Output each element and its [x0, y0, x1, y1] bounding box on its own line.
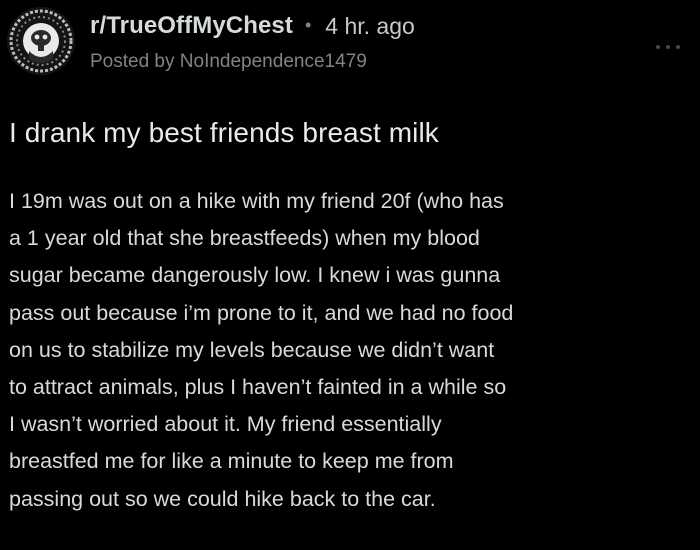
post-header: r/TrueOffMyChest • 4 hr. ago Posted by N… — [0, 0, 700, 100]
post-body-line: sugar became dangerously low. I knew i w… — [9, 263, 501, 288]
post-body-line: I wasn’t worried about it. My friend ess… — [9, 412, 442, 437]
subreddit-avatar-icon[interactable] — [7, 7, 75, 75]
post-body-line: on us to stabilize my levels because we … — [9, 337, 495, 362]
more-dot — [656, 45, 660, 49]
more-options-icon[interactable] — [656, 42, 680, 52]
posted-by: Posted by NoIndependence1479 — [90, 51, 415, 73]
post-body-line: I 19m was out on a hike with my friend 2… — [9, 189, 504, 213]
more-dot — [666, 45, 670, 49]
author-username[interactable]: NoIndependence1479 — [180, 51, 367, 72]
posted-by-prefix: Posted by — [90, 51, 180, 72]
post-meta-row: r/TrueOffMyChest • 4 hr. ago — [90, 9, 415, 43]
post-body-line: a 1 year old that she breastfeeds) when … — [9, 226, 480, 251]
subreddit-link[interactable]: r/TrueOffMyChest — [90, 12, 293, 40]
post-body: I 19m was out on a hike with my friend 2… — [9, 183, 699, 518]
post-meta: r/TrueOffMyChest • 4 hr. ago Posted by N… — [90, 9, 415, 73]
post-body-line: pass out because i’m prone to it, and we… — [9, 300, 514, 325]
more-dot — [676, 45, 680, 49]
post-body-line: breastfed me for like a minute to keep m… — [9, 449, 454, 474]
post-title[interactable]: I drank my best friends breast milk — [9, 117, 439, 149]
post-timestamp: 4 hr. ago — [325, 12, 415, 39]
meta-separator: • — [304, 14, 312, 35]
post-body-line: passing out so we could hike back to the… — [9, 486, 436, 511]
post-card: r/TrueOffMyChest • 4 hr. ago Posted by N… — [0, 0, 700, 550]
post-body-line: to attract animals, plus I haven’t faint… — [9, 375, 507, 400]
